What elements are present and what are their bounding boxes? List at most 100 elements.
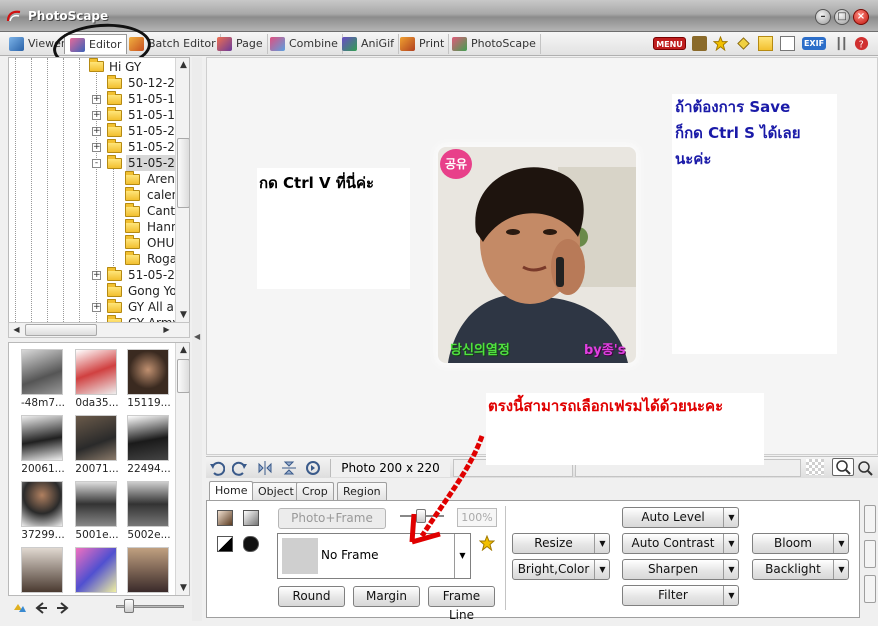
tab-object[interactable]: Object	[252, 482, 300, 501]
frame-select[interactable]: No Frame ▼	[277, 533, 471, 579]
filter-dropdown[interactable]: Filter ▼	[622, 585, 739, 606]
transparency-toggle-icon[interactable]	[806, 459, 824, 475]
thumbnail-vertical-scrollbar[interactable]: ▲ ▼	[175, 343, 189, 595]
tree-item[interactable]: Gong Yo	[9, 283, 179, 299]
tab-home[interactable]: Home	[209, 481, 254, 501]
resize-dropdown[interactable]: Resize ▼	[512, 533, 610, 554]
thumbnail-item[interactable]: 22494...	[121, 409, 173, 475]
scroll-left-arrow[interactable]: ◀	[9, 323, 24, 337]
thumbnail-size-slider-knob[interactable]	[124, 599, 134, 613]
edited-photo[interactable]: 공유 당신의열정 by종's	[438, 147, 636, 363]
tab-page[interactable]: Page	[212, 34, 268, 54]
tree-horizontal-scrollbar[interactable]: ◀ ▶	[8, 322, 190, 338]
scroll-down-arrow[interactable]: ▼	[176, 308, 189, 322]
scroll-down-arrow[interactable]: ▼	[176, 581, 189, 595]
thumbnail-item[interactable]: 37299...	[15, 475, 67, 541]
round-button[interactable]: Round	[278, 586, 345, 607]
exif-button[interactable]: EXIF	[802, 37, 826, 50]
redo-icon[interactable]	[232, 460, 248, 476]
minimize-button[interactable]: –	[815, 9, 831, 25]
tree-item[interactable]: Hi GY	[9, 58, 179, 74]
tab-viewer[interactable]: Viewer	[4, 34, 71, 54]
side-expand-button[interactable]	[864, 575, 876, 603]
tab-batch-editor[interactable]: Batch Editor	[124, 34, 221, 54]
collapse-arrow-icon[interactable]: ◀	[194, 332, 200, 341]
star-icon[interactable]	[713, 36, 728, 51]
tree-item[interactable]: Canta	[9, 203, 182, 219]
frame-gradient-icon[interactable]	[243, 510, 259, 526]
thumbnail-item[interactable]: 20071...	[69, 409, 121, 475]
bloom-dropdown[interactable]: Bloom ▼	[752, 533, 849, 554]
copy-icon[interactable]	[780, 36, 795, 51]
flip-vertical-icon[interactable]	[281, 460, 297, 476]
undo-icon[interactable]	[209, 460, 225, 476]
frame-percent-field[interactable]: 100%	[457, 508, 497, 527]
slideshow-icon[interactable]	[692, 36, 707, 51]
collapse-toggle[interactable]: -	[92, 159, 101, 168]
forward-arrow-icon[interactable]	[55, 600, 71, 616]
tab-photoscape[interactable]: PhotoScape	[447, 34, 541, 54]
scroll-right-arrow[interactable]: ▶	[159, 323, 174, 337]
scroll-up-arrow[interactable]: ▲	[176, 343, 189, 357]
expand-toggle[interactable]: +	[92, 271, 101, 280]
scrollbar-thumb[interactable]	[177, 359, 189, 393]
expand-toggle[interactable]: +	[92, 95, 101, 104]
side-expand-button[interactable]	[864, 505, 876, 533]
menu-button[interactable]: MENU	[653, 37, 686, 50]
bright-color-dropdown[interactable]: Bright,Color ▼	[512, 559, 610, 580]
expand-toggle[interactable]: +	[92, 303, 101, 312]
tab-crop[interactable]: Crop	[296, 482, 334, 501]
refresh-icon[interactable]	[11, 600, 27, 616]
tab-region[interactable]: Region	[337, 482, 387, 501]
rename-icon[interactable]	[736, 36, 751, 51]
open-folder-icon[interactable]	[758, 36, 773, 51]
expand-toggle[interactable]: +	[92, 143, 101, 152]
tab-anigif[interactable]: AniGif	[337, 34, 400, 54]
sharpen-dropdown[interactable]: Sharpen ▼	[622, 559, 739, 580]
expand-toggle[interactable]: +	[92, 127, 101, 136]
scrollbar-thumb[interactable]	[25, 324, 97, 336]
thumbnail-item[interactable]: 0da35...	[69, 343, 121, 409]
back-arrow-icon[interactable]	[33, 600, 49, 616]
scroll-up-arrow[interactable]: ▲	[176, 58, 189, 72]
rotate-icon[interactable]	[305, 460, 321, 476]
thumbnail-item[interactable]: -48m7...	[15, 343, 67, 409]
tree-item[interactable]: + 51-05-26	[9, 139, 182, 155]
zoom-fit-button[interactable]	[832, 458, 854, 476]
tree-item[interactable]: + 51-05-15	[9, 107, 182, 123]
thumbnail-item[interactable]: 5002e...	[121, 475, 173, 541]
maximize-button[interactable]: □	[834, 9, 850, 25]
tree-item[interactable]: Roga	[9, 251, 179, 267]
tree-item[interactable]: + GY All ab	[9, 299, 182, 315]
help-icon[interactable]: ?	[854, 36, 869, 51]
auto-contrast-dropdown[interactable]: Auto Contrast ▼	[622, 533, 739, 554]
close-button[interactable]: ×	[853, 9, 869, 25]
tree-item[interactable]: Hanna	[9, 219, 186, 235]
tab-print[interactable]: Print	[395, 34, 450, 54]
tab-editor[interactable]: Editor	[64, 34, 127, 54]
margin-button[interactable]: Margin	[353, 586, 420, 607]
tab-combine[interactable]: Combine	[265, 34, 343, 54]
tree-item[interactable]: Arena	[9, 171, 182, 187]
thumbnail-item[interactable]	[69, 541, 121, 595]
scrollbar-thumb[interactable]	[177, 138, 189, 208]
frame-color-icon[interactable]	[217, 510, 233, 526]
tools-icon[interactable]	[834, 36, 849, 51]
frame-line-button[interactable]: Frame Line	[428, 586, 495, 622]
thumbnail-item[interactable]	[121, 541, 173, 595]
zoom-options-icon[interactable]	[856, 459, 874, 477]
thumbnail-item[interactable]: 5001e...	[69, 475, 121, 541]
favorite-star-icon[interactable]	[479, 535, 495, 551]
black-white-icon[interactable]	[217, 536, 233, 552]
tree-item[interactable]: + 51-05-29	[9, 267, 182, 283]
thumbnail-item[interactable]	[15, 541, 67, 595]
backlight-dropdown[interactable]: Backlight ▼	[752, 559, 849, 580]
tree-item[interactable]: + 51-05-21	[9, 123, 182, 139]
tree-item-selected[interactable]: - 51-05-28	[9, 155, 185, 171]
side-expand-button[interactable]	[864, 540, 876, 568]
photo-frame-button[interactable]: Photo+Frame	[278, 508, 386, 529]
tree-vertical-scrollbar[interactable]: ▲ ▼	[175, 58, 189, 322]
tree-item[interactable]: 50-12-25	[9, 75, 182, 91]
shape-frame-icon[interactable]	[243, 536, 259, 552]
tree-item[interactable]: OHU3	[9, 235, 182, 251]
